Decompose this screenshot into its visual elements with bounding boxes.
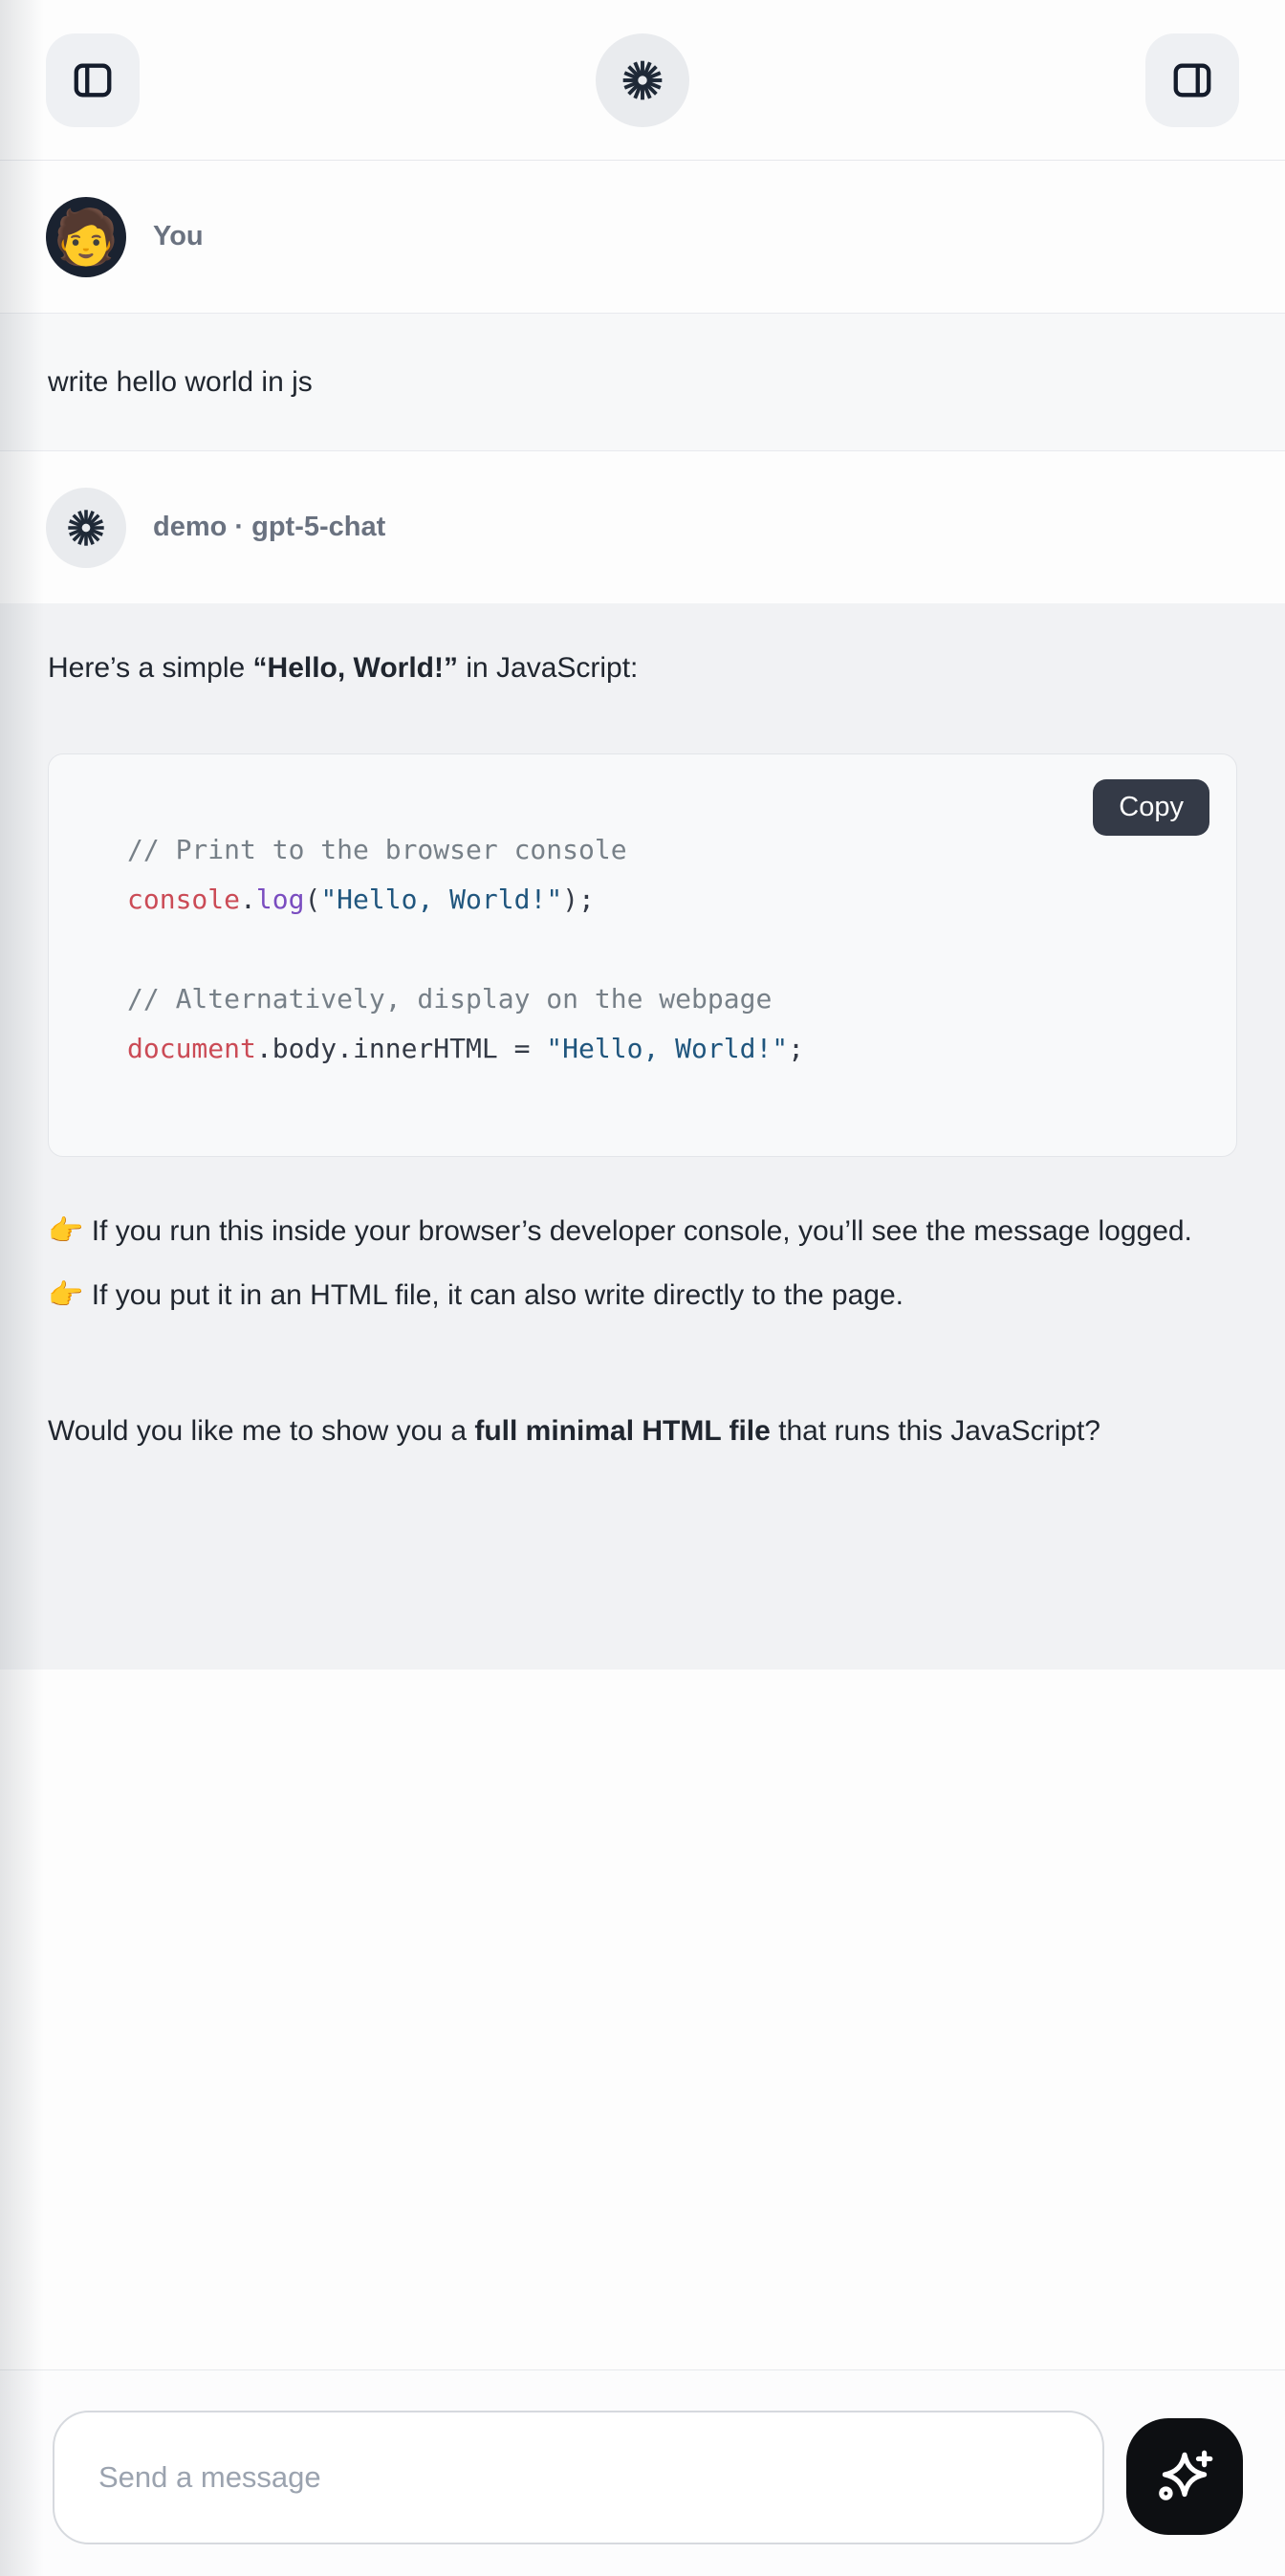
copy-button[interactable]: Copy — [1093, 779, 1209, 836]
assistant-closing-text: Would you like me to show you a full min… — [48, 1399, 1237, 1463]
assistant-intro-text: Here’s a simple “Hello, World!” in JavaS… — [48, 636, 1237, 700]
user-message-text: write hello world in js — [48, 366, 313, 399]
message-input[interactable] — [53, 2411, 1104, 2544]
user-avatar: 🧑 — [46, 197, 126, 277]
top-bar — [0, 0, 1285, 161]
starburst-icon — [64, 506, 108, 550]
assistant-author-label: demo · gpt-5-chat — [153, 512, 385, 543]
chat-app: 🧑 You write hello world in js de — [0, 0, 1285, 2576]
app-logo — [596, 33, 689, 127]
assistant-tips-text: 👉 If you run this inside your browser’s … — [48, 1199, 1237, 1327]
right-panel-toggle-button[interactable] — [1145, 33, 1239, 127]
assistant-avatar — [46, 488, 126, 568]
sidebar-toggle-button[interactable] — [46, 33, 140, 127]
assistant-message: Here’s a simple “Hello, World!” in JavaS… — [0, 603, 1285, 1670]
panel-right-icon — [1170, 58, 1214, 102]
send-button[interactable] — [1126, 2418, 1243, 2535]
user-author-row: 🧑 You — [0, 161, 1285, 313]
panel-left-icon — [71, 58, 115, 102]
user-author-label: You — [153, 221, 204, 252]
code-block: Copy // Print to the browser consolecons… — [48, 753, 1237, 1157]
sparkle-icon — [1153, 2445, 1216, 2508]
user-avatar-emoji: 🧑 — [53, 210, 120, 264]
starburst-icon — [619, 56, 666, 104]
user-message: write hello world in js — [0, 313, 1285, 451]
assistant-author-row: demo · gpt-5-chat — [0, 451, 1285, 603]
message-composer — [0, 2369, 1285, 2576]
code-content: // Print to the browser consoleconsole.l… — [127, 825, 1198, 1074]
